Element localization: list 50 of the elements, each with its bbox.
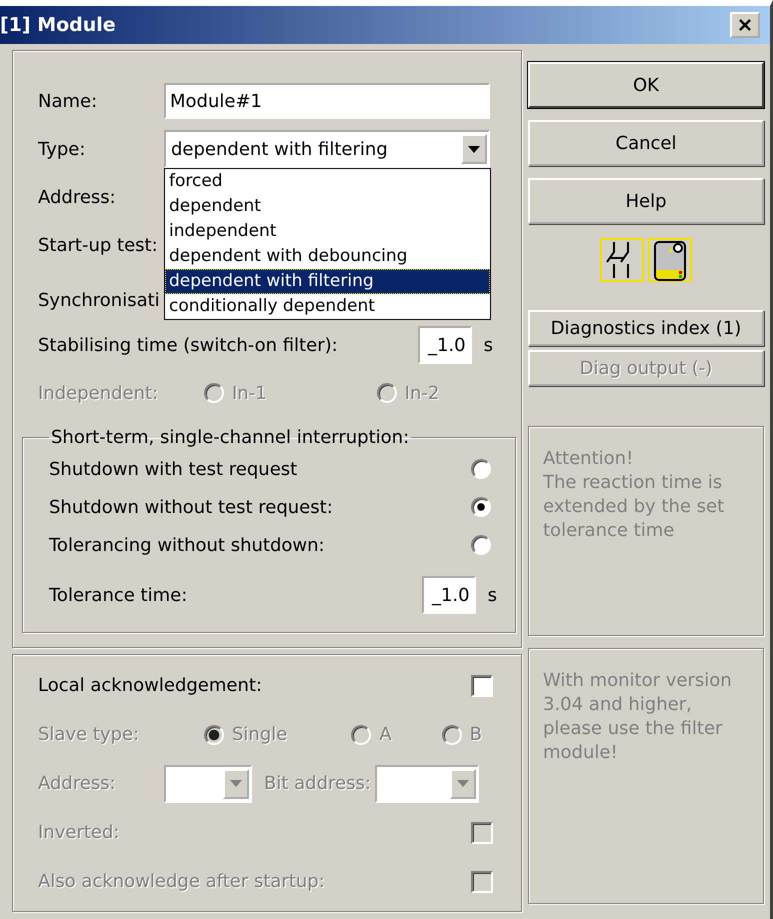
local-acknowledgement-label: Local acknowledgement: — [38, 675, 264, 696]
type-dropdown[interactable]: dependent with filtering — [164, 130, 490, 168]
inverted-label: Inverted: — [38, 822, 120, 843]
field-label: Address: — [38, 186, 117, 208]
bit-address-label: Bit address: — [264, 773, 371, 794]
switch-contacts-icon — [600, 238, 644, 282]
close-icon — [738, 19, 752, 31]
dropdown-option[interactable]: dependent with debouncing — [165, 244, 490, 269]
after-startup-label: Also acknowledge after startup: — [38, 871, 326, 892]
close-button[interactable] — [730, 12, 760, 38]
tolerance-time-label: Tolerance time: — [49, 584, 188, 606]
field-label: Start-up test: — [38, 234, 159, 256]
radio-label: Single — [232, 724, 288, 745]
dialog-button[interactable]: OK — [528, 62, 764, 108]
window-title: [1] Module — [0, 14, 116, 36]
stabilising-time-label: Stabilising time (switch-on filter): — [38, 334, 338, 356]
field-label: Synchronisati — [38, 290, 161, 310]
stabilising-time-field[interactable]: _1.0 — [418, 326, 472, 364]
unit-label: s — [484, 334, 493, 356]
checkbox[interactable] — [471, 674, 493, 696]
independent-label: Independent: — [38, 382, 160, 404]
option-label: Shutdown with test request — [49, 458, 298, 480]
radio-label: A — [379, 724, 392, 745]
dropdown-option[interactable]: dependent with filtering — [165, 269, 490, 294]
dropdown-option[interactable]: dependent — [165, 194, 490, 219]
radio-button[interactable] — [471, 535, 491, 555]
dropdown-option[interactable]: conditionally dependent — [165, 294, 490, 319]
address-label: Address: — [38, 773, 117, 794]
dropdown-option[interactable]: independent — [165, 219, 490, 244]
name-field[interactable]: Module#1 — [164, 83, 490, 119]
radio-button[interactable] — [471, 459, 491, 479]
tolerance-time-field[interactable]: _1.0 — [422, 576, 476, 614]
name-label: Name: — [38, 90, 98, 112]
info-note: Attention! The reaction time is extended by the set tolerance time — [528, 426, 764, 636]
radio-button[interactable] — [471, 497, 491, 517]
group-title: Short-term, single-channel interruption: — [50, 427, 410, 448]
type-label: Type: — [38, 138, 86, 160]
dialog-button[interactable]: Help — [528, 178, 764, 224]
radio-label: In-1 — [232, 382, 267, 404]
dialog-button[interactable]: Cancel — [528, 120, 764, 166]
unit-label: s — [488, 584, 497, 606]
info-note: With monitor version 3.04 and higher, please use the filter module! — [528, 648, 764, 904]
device-icon — [648, 238, 692, 282]
radio-label: B — [470, 724, 482, 745]
slave-type-label: Slave type: — [38, 724, 140, 745]
dropdown-option[interactable]: forced — [165, 169, 490, 194]
diagnostics-button[interactable]: Diagnostics index (1) — [528, 310, 764, 346]
option-label: Tolerancing without shutdown: — [49, 534, 326, 556]
radio-label: In-2 — [404, 382, 440, 404]
option-label: Shutdown without test request: — [49, 496, 334, 518]
